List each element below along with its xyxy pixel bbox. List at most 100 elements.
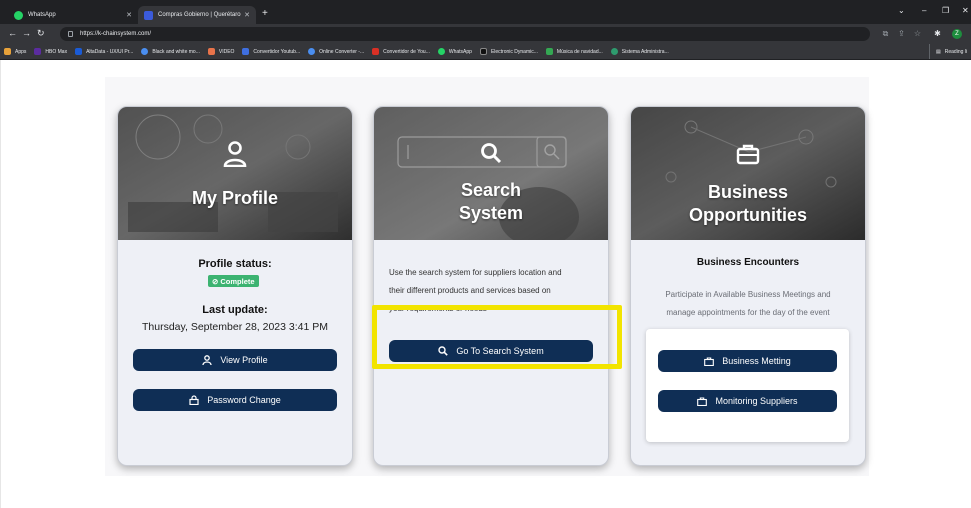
business-card-title-line1: Business <box>707 182 789 202</box>
bookmark-star-icon[interactable]: ☆ <box>913 29 922 38</box>
lock-icon <box>189 395 199 405</box>
briefcase-icon <box>736 144 760 165</box>
apps-grid-icon <box>4 48 11 55</box>
bookmark-item[interactable]: Apps <box>4 48 26 55</box>
converter-icon <box>308 48 316 55</box>
close-icon[interactable]: ✕ <box>244 11 250 19</box>
dashboard-panel: My Profile Profile status: ⊘ Complete La… <box>105 77 869 476</box>
business-description-line2: manage appointments for the day of the e… <box>666 308 830 317</box>
tab-search-chevron-icon[interactable]: ⌄ <box>898 6 905 15</box>
business-card: Business Opportunities Business Encounte… <box>630 106 866 466</box>
status-badge: ⊘ Complete <box>208 275 259 287</box>
reading-list[interactable]: ▤ Reading li <box>929 44 971 59</box>
lock-icon <box>68 31 73 37</box>
search-description-line1: Use the search system for suppliers loca… <box>389 268 562 277</box>
password-change-button[interactable]: Password Change <box>133 389 337 411</box>
bookmark-item[interactable]: Música de navidad... <box>545 48 603 55</box>
share-icon[interactable]: ⇪ <box>897 29 906 38</box>
bookmark-label: Electronic Dynamic... <box>490 48 538 55</box>
site-favicon-icon <box>144 10 153 20</box>
bookmarks-bar: Apps HBO Max AltaData - UX/UI Pr... Blac… <box>0 44 971 60</box>
bookmark-label: Convertidor de You... <box>383 48 430 55</box>
bookmark-item[interactable]: WhatsApp <box>437 48 472 55</box>
business-actions-panel: Business Metting Monitoring Suppliers <box>646 329 849 442</box>
translate-icon[interactable]: ⧉ <box>881 29 890 38</box>
bookmark-label: HBO Max <box>45 48 68 55</box>
maximize-icon[interactable]: ❐ <box>942 6 949 15</box>
bookmark-item[interactable]: Online Converter -... <box>308 48 364 55</box>
hbo-max-icon <box>34 48 42 55</box>
business-card-title-line2: Opportunities <box>689 205 807 225</box>
bookmark-label: Black and white mo... <box>152 48 200 55</box>
profile-avatar[interactable]: Z <box>952 29 962 39</box>
browser-toolbar: ← → ↻ https://k-chainsystem.com/ ⧉ ⇪ ☆ ✱ <box>0 24 971 44</box>
converter-icon <box>242 48 250 55</box>
page-content: My Profile Profile status: ⊘ Complete La… <box>0 60 971 508</box>
reading-list-icon: ▤ <box>936 49 941 55</box>
search-card-title-line1: Search <box>460 180 522 200</box>
last-update-label: Last update: <box>202 304 268 316</box>
search-card: Search System Use the search system for … <box>373 106 609 466</box>
business-hero: Business Opportunities <box>631 107 865 240</box>
profile-card: My Profile Profile status: ⊘ Complete La… <box>117 106 353 466</box>
monitoring-suppliers-label: Monitoring Suppliers <box>715 396 798 406</box>
bookmark-item[interactable]: Convertidor de You... <box>372 48 430 55</box>
forward-arrow-icon[interactable]: → <box>22 28 31 39</box>
profile-card-title: My Profile <box>191 188 279 208</box>
bookmark-item[interactable]: Convertidor Youtub... <box>242 48 300 55</box>
address-url: https://k-chainsystem.com/ <box>80 31 152 37</box>
altadata-icon <box>75 48 83 55</box>
last-update-value: Thursday, September 28, 2023 3:41 PM <box>142 321 328 333</box>
minimize-icon[interactable]: – <box>922 6 926 15</box>
view-profile-button[interactable]: View Profile <box>133 349 337 371</box>
whatsapp-icon <box>14 10 23 20</box>
bookmark-item[interactable]: VIDEO <box>207 48 235 55</box>
video-folder-icon <box>207 48 215 55</box>
reload-icon[interactable]: ↻ <box>37 28 45 39</box>
bookmark-label: Online Converter -... <box>319 48 365 55</box>
bookmark-label: Música de navidad... <box>556 48 603 55</box>
window-close-icon[interactable]: ✕ <box>962 6 969 15</box>
password-change-label: Password Change <box>207 395 281 405</box>
user-icon <box>223 141 247 167</box>
briefcase-icon <box>704 356 715 366</box>
tab-whatsapp[interactable]: WhatsApp ✕ <box>8 6 138 24</box>
sistema-icon <box>610 48 618 55</box>
search-card-title-line2: System <box>458 203 524 223</box>
search-icon <box>481 143 502 164</box>
search-hero: Search System <box>374 107 608 240</box>
search-description-line2: their different products and services ba… <box>389 286 551 295</box>
bookmark-item[interactable]: Electronic Dynamic... <box>479 48 538 55</box>
monitoring-suppliers-button[interactable]: Monitoring Suppliers <box>658 390 837 412</box>
bookmark-item[interactable]: Black and white mo... <box>141 48 200 55</box>
business-encounters-heading: Business Encounters <box>696 257 800 268</box>
address-bar[interactable]: https://k-chainsystem.com/ <box>60 27 870 41</box>
music-icon <box>545 48 553 55</box>
highlight-box <box>372 305 622 369</box>
bookmark-item[interactable]: HBO Max <box>34 48 67 55</box>
bookmark-label: Sistema Administra... <box>621 48 669 55</box>
bookmark-label: WhatsApp <box>448 48 472 55</box>
view-profile-label: View Profile <box>220 355 268 365</box>
converter-icon <box>372 48 380 55</box>
bookmark-label: Apps <box>15 48 27 55</box>
profile-hero: My Profile <box>118 107 352 240</box>
tab-label: WhatsApp <box>28 12 56 18</box>
business-description-line1: Participate in Available Business Meetin… <box>665 290 831 299</box>
close-icon[interactable]: ✕ <box>126 11 132 19</box>
bookmark-label: Convertidor Youtub... <box>253 48 301 55</box>
business-meeting-label: Business Metting <box>722 356 791 366</box>
bookmark-label: AltaData - UX/UI Pr... <box>86 48 134 55</box>
tab-label: Compras Gobierno | Querétaro <box>158 12 241 18</box>
new-tab-plus-icon[interactable]: + <box>262 9 268 19</box>
user-icon <box>202 355 212 365</box>
extensions-puzzle-icon[interactable]: ✱ <box>933 29 942 38</box>
bookmark-label: VIDEO <box>218 48 235 55</box>
back-arrow-icon[interactable]: ← <box>8 28 17 39</box>
bookmark-item[interactable]: AltaData - UX/UI Pr... <box>75 48 133 55</box>
profile-hero-image <box>118 107 352 240</box>
globe-icon <box>141 48 149 55</box>
tab-compras-gobierno[interactable]: Compras Gobierno | Querétaro ✕ <box>138 6 256 24</box>
bookmark-item[interactable]: Sistema Administra... <box>610 48 669 55</box>
business-meeting-button[interactable]: Business Metting <box>658 350 837 372</box>
